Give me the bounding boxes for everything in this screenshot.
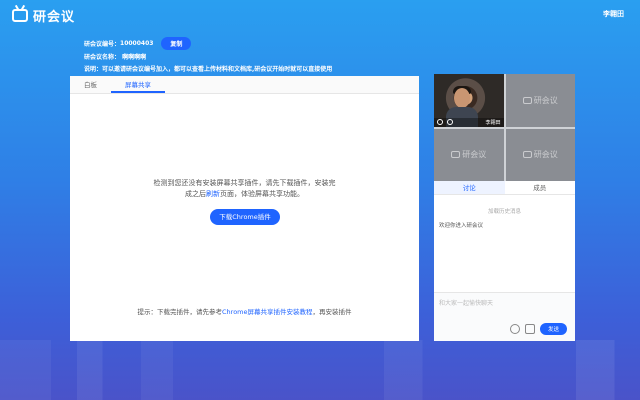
meeting-name: 啊啊啊啊 (122, 54, 147, 61)
tab-screen-share[interactable]: 屏幕共享 (111, 76, 165, 93)
chat-tools: 发送 (509, 323, 567, 335)
placeholder-text: 研会议 (462, 150, 487, 160)
tab-discussion[interactable]: 讨论 (434, 181, 505, 194)
placeholder-logo: 研会议 (522, 149, 558, 160)
main-tabs: 白板 屏幕共享 (70, 76, 419, 94)
install-tutorial-link[interactable]: Chrome屏幕共享插件安装教程 (222, 308, 313, 316)
plugin-message-text-b: 页面，体验屏幕共享功能。 (220, 190, 304, 198)
copy-button[interactable]: 复制 (161, 37, 192, 50)
load-history-link[interactable]: 加载历史消息 (434, 207, 575, 215)
app-title: 研会议 (33, 10, 76, 25)
self-video-name: 李翱田 (485, 119, 501, 126)
tab-members[interactable]: 成员 (505, 181, 576, 194)
microphone-icon[interactable] (447, 119, 453, 125)
chat-panel: 讨论 成员 加载历史消息 欢迎你进入研会议 和大家一起愉快聊天 发送 (434, 181, 575, 341)
background-skyline (0, 340, 640, 400)
meeting-number: 10000403 (120, 40, 154, 47)
meeting-name-label: 研会议名称： (84, 54, 121, 61)
chat-input-placeholder[interactable]: 和大家一起愉快聊天 (439, 298, 575, 307)
download-plugin-button[interactable]: 下载Chrome插件 (210, 209, 280, 225)
tv-logo-icon (522, 96, 532, 104)
placeholder-logo: 研会议 (522, 95, 558, 106)
welcome-message: 欢迎你进入研会议 (439, 223, 484, 229)
video-grid: 李翱田 研会议 研会议 研会议 (434, 74, 575, 181)
screenshot-icon[interactable] (524, 324, 535, 334)
plugin-message-text-a: 成之后 (185, 190, 206, 198)
chat-input-area[interactable]: 和大家一起愉快聊天 发送 (434, 292, 575, 341)
camera-icon[interactable] (437, 119, 443, 125)
chat-tabs: 讨论 成员 (434, 181, 575, 195)
meeting-name-row: 研会议名称： 啊啊啊啊 (84, 52, 146, 61)
tab-whiteboard[interactable]: 白板 (70, 76, 111, 93)
self-video-tile[interactable]: 李翱田 (434, 74, 504, 127)
app-logo: 研会议 (12, 6, 75, 25)
main-panel: 白板 屏幕共享 检测到您还没有安装屏幕共享插件，请先下载插件，安装完 成之后刷新… (70, 76, 419, 341)
empty-video-tile: 研会议 (505, 128, 575, 181)
send-button[interactable]: 发送 (539, 323, 567, 335)
plugin-message-line2: 成之后刷新页面，体验屏幕共享功能。 (70, 189, 419, 200)
empty-video-tile: 研会议 (505, 74, 575, 127)
placeholder-logo: 研会议 (451, 149, 486, 160)
meeting-number-row: 研会议编号： 10000403 复制 (84, 37, 192, 50)
self-video-bar: 李翱田 (434, 117, 504, 127)
install-tip: 提示：下载完插件，请先参考Chrome屏幕共享插件安装教程，再安装插件 (70, 306, 419, 316)
meeting-note: 说明：可以邀请研会议编号加入，都可以查看上传材料和文档库,研会议开始时就可以直接… (84, 66, 333, 73)
empty-video-tile: 研会议 (434, 128, 504, 181)
tv-logo-icon (522, 151, 532, 159)
tip-prefix: 提示：下载完插件，请先参考 (137, 308, 223, 316)
plugin-message: 检测到您还没有安装屏幕共享插件，请先下载插件，安装完 成之后刷新页面，体验屏幕共… (70, 178, 419, 200)
refresh-link[interactable]: 刷新 (206, 190, 220, 198)
user-name[interactable]: 李翱田 (603, 9, 624, 19)
camera-person-face (454, 88, 470, 108)
placeholder-text: 研会议 (533, 150, 558, 160)
tv-logo-icon (451, 151, 461, 159)
plugin-message-line1: 检测到您还没有安装屏幕共享插件，请先下载插件，安装完 (153, 179, 336, 187)
meeting-number-label: 研会议编号： (84, 41, 121, 48)
emoji-icon[interactable] (509, 324, 520, 334)
tv-logo-icon (12, 9, 28, 22)
tip-suffix: ，再安装插件 (312, 308, 352, 316)
placeholder-text: 研会议 (533, 95, 558, 105)
top-bar: 研会议 李翱田 (0, 0, 640, 28)
